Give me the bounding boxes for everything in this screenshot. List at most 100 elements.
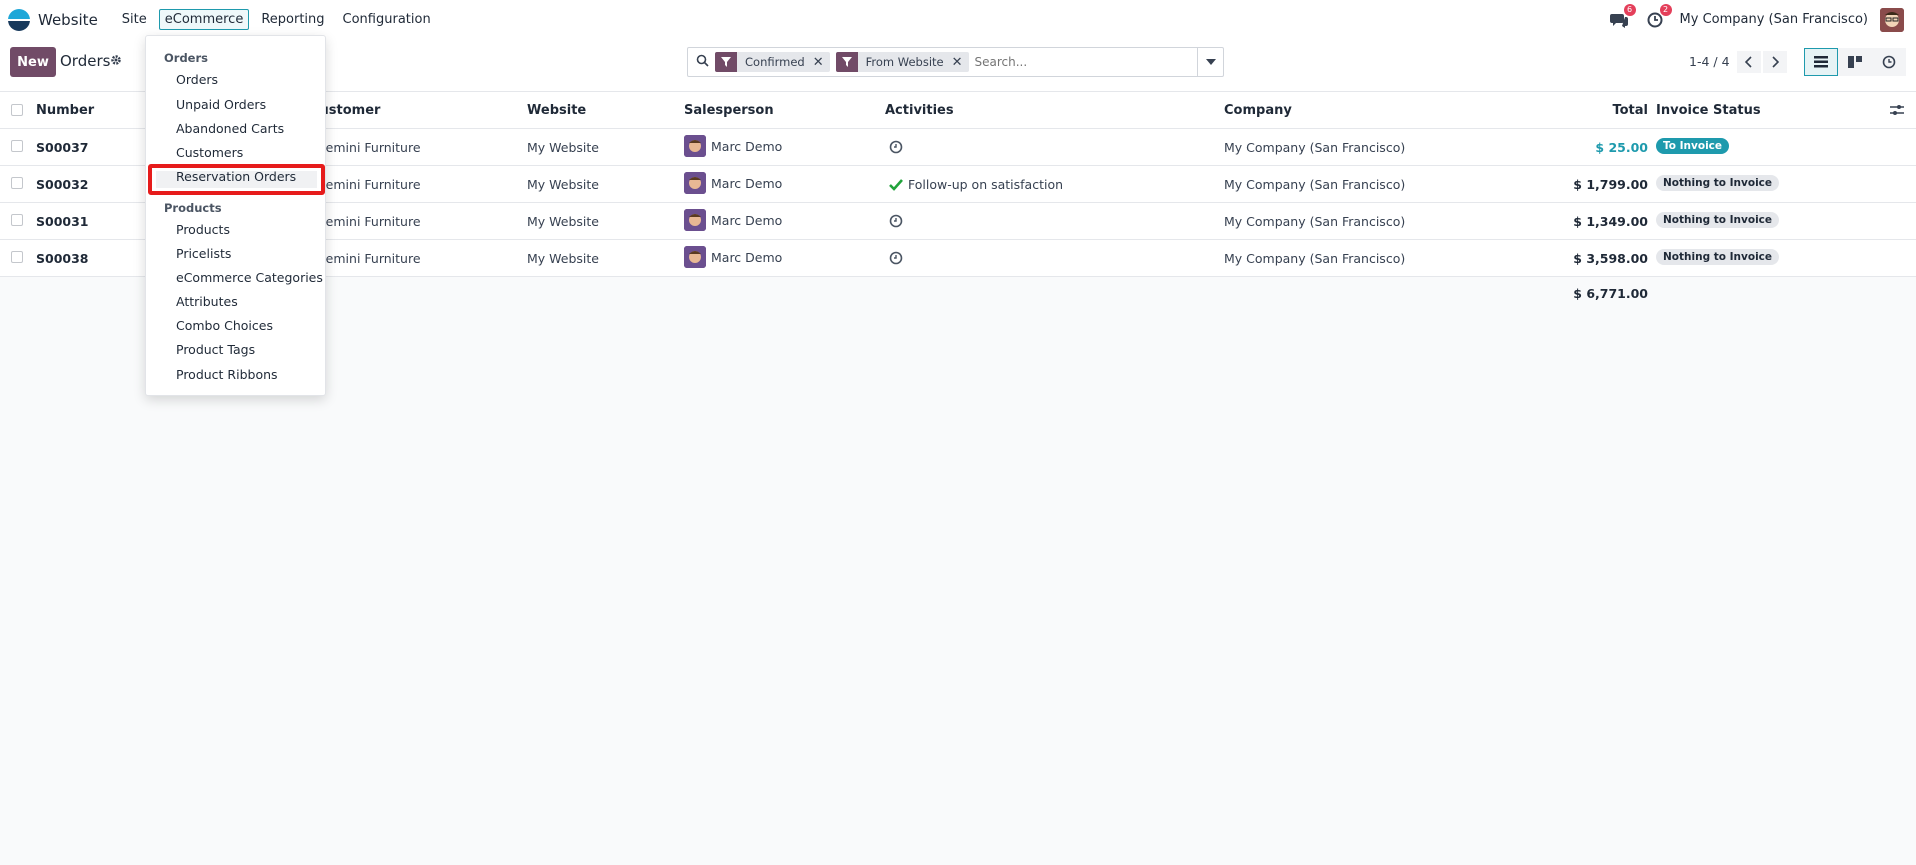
menu-site[interactable]: Site — [116, 9, 153, 30]
messages-icon[interactable]: 6 — [1608, 3, 1636, 31]
salesperson-name: Marc Demo — [711, 249, 783, 265]
dropdown-section-products: Products — [164, 201, 222, 215]
status-badge: Nothing to Invoice — [1656, 175, 1780, 191]
top-navbar: Website Site eCommerce Reporting Configu… — [0, 0, 1916, 39]
header-salesperson[interactable]: Salesperson — [684, 103, 774, 118]
avatar — [684, 209, 706, 231]
avatar — [684, 135, 706, 157]
row-checkbox[interactable] — [11, 214, 23, 226]
facet-from-website: From Website ✕ — [835, 52, 969, 72]
search-input[interactable] — [974, 55, 1175, 69]
activities-cell[interactable] — [889, 214, 903, 228]
activities-cell[interactable] — [889, 140, 903, 154]
select-all-checkbox[interactable] — [11, 104, 23, 116]
header-website[interactable]: Website — [527, 103, 586, 118]
facet-confirmed: Confirmed ✕ — [715, 52, 830, 72]
total: $ 1,799.00 — [1573, 177, 1648, 192]
menu-configuration[interactable]: Configuration — [337, 9, 437, 30]
menu-item-abandoned-carts[interactable]: Abandoned Carts — [176, 121, 284, 136]
user-avatar[interactable] — [1880, 7, 1904, 32]
row-checkbox[interactable] — [11, 251, 23, 263]
customer: Gemini Furniture — [316, 214, 421, 229]
page-title: Orders — [60, 52, 111, 70]
activities-badge: 2 — [1659, 3, 1672, 16]
salesperson-name: Marc Demo — [711, 175, 783, 191]
company: My Company (San Francisco) — [1224, 140, 1406, 155]
website: My Website — [527, 140, 599, 155]
facet-label: From Website — [865, 55, 944, 69]
salesperson: Marc Demo — [684, 246, 782, 268]
customer: Gemini Furniture — [316, 251, 421, 266]
list-view-icon[interactable] — [1804, 48, 1838, 76]
salesperson-name: Marc Demo — [711, 212, 783, 228]
company-switcher[interactable]: My Company (San Francisco) — [1680, 12, 1868, 27]
messages-badge: 6 — [1623, 3, 1636, 16]
header-total[interactable]: Total — [1612, 103, 1648, 118]
chevron-down-icon[interactable] — [1197, 48, 1223, 76]
salesperson: Marc Demo — [684, 135, 782, 157]
menu-item-products[interactable]: Products — [176, 222, 230, 237]
activity-summary: Follow-up on satisfaction — [908, 177, 1064, 192]
pager-value[interactable]: 1-4 / 4 — [1689, 54, 1730, 69]
new-button[interactable]: New — [10, 47, 56, 77]
menu-item-product-tags[interactable]: Product Tags — [176, 342, 255, 357]
status-badge: Nothing to Invoice — [1656, 212, 1780, 228]
menu-item-combo-choices[interactable]: Combo Choices — [176, 318, 273, 333]
menu-item-reservation-orders[interactable]: Reservation Orders — [176, 169, 296, 184]
clock-icon — [889, 140, 903, 154]
filter-icon — [715, 52, 737, 72]
status-badge: Nothing to Invoice — [1656, 249, 1780, 265]
header-activities[interactable]: Activities — [885, 103, 954, 118]
gear-icon[interactable] — [110, 54, 122, 70]
view-switcher — [1804, 48, 1906, 76]
total: $ 3,598.00 — [1573, 251, 1648, 266]
close-icon[interactable]: ✕ — [813, 55, 830, 70]
activities-cell[interactable]: Follow-up on satisfaction — [889, 177, 1063, 192]
salesperson: Marc Demo — [684, 172, 782, 194]
avatar — [684, 172, 706, 194]
menu-item-customers[interactable]: Customers — [176, 145, 243, 160]
menu-ecommerce[interactable]: eCommerce — [158, 9, 250, 30]
customer: Gemini Furniture — [316, 177, 421, 192]
close-icon[interactable]: ✕ — [952, 55, 969, 70]
activities-cell[interactable] — [889, 251, 903, 265]
search-icon[interactable] — [696, 54, 709, 71]
header-number[interactable]: Number — [36, 103, 94, 118]
menu-item-orders[interactable]: Orders — [176, 72, 218, 87]
avatar — [684, 246, 706, 268]
dropdown-section-orders: Orders — [164, 51, 208, 65]
clock-icon — [889, 251, 903, 265]
order-number: S00031 — [36, 214, 89, 229]
kanban-view-icon[interactable] — [1838, 48, 1872, 76]
activity-view-icon[interactable] — [1872, 48, 1906, 76]
menu-item-pricelists[interactable]: Pricelists — [176, 246, 231, 261]
menu-item-attributes[interactable]: Attributes — [176, 294, 238, 309]
activities-clock-icon[interactable]: 2 — [1644, 3, 1672, 31]
website-app-icon[interactable] — [8, 8, 30, 31]
row-checkbox[interactable] — [11, 177, 23, 189]
website: My Website — [527, 251, 599, 266]
menu-item-ecommerce-categories[interactable]: eCommerce Categories — [176, 270, 323, 285]
row-checkbox[interactable] — [11, 140, 23, 152]
menu-item-unpaid-orders[interactable]: Unpaid Orders — [176, 97, 266, 112]
filter-icon — [835, 52, 858, 72]
total: $ 25.00 — [1595, 140, 1648, 155]
facet-label: Confirmed — [745, 55, 805, 69]
chevron-right-icon[interactable] — [1763, 51, 1787, 73]
app-name[interactable]: Website — [38, 11, 98, 29]
company: My Company (San Francisco) — [1224, 177, 1406, 192]
search-bar: Confirmed ✕ From Website ✕ — [687, 47, 1224, 77]
header-company[interactable]: Company — [1224, 103, 1292, 118]
chevron-left-icon[interactable] — [1737, 51, 1761, 73]
optional-columns-icon[interactable] — [1890, 104, 1904, 120]
status-badge: To Invoice — [1656, 138, 1730, 154]
company: My Company (San Francisco) — [1224, 251, 1406, 266]
header-invoice-status[interactable]: Invoice Status — [1656, 103, 1761, 118]
salesperson: Marc Demo — [684, 209, 782, 231]
checkmark-icon — [889, 178, 903, 191]
customer: Gemini Furniture — [316, 140, 421, 155]
company: My Company (San Francisco) — [1224, 214, 1406, 229]
menu-item-product-ribbons[interactable]: Product Ribbons — [176, 367, 278, 382]
clock-icon — [889, 214, 903, 228]
menu-reporting[interactable]: Reporting — [255, 9, 330, 30]
